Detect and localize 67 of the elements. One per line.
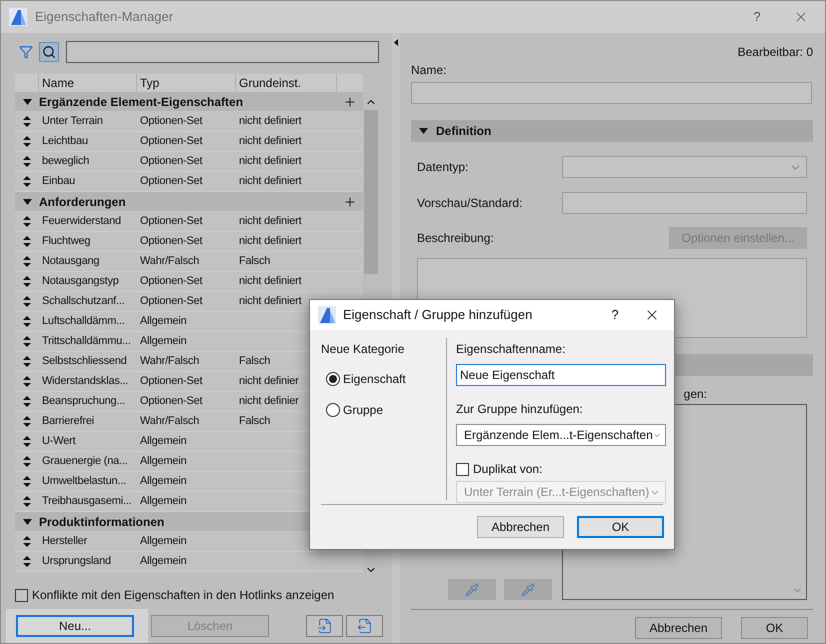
table-cell-text: Feuerwiderstand xyxy=(41,214,122,230)
table-cell-text: Allgemein xyxy=(139,454,188,470)
table-cell-text: Optionen-Set xyxy=(139,134,204,150)
field-label: Beschreibung: xyxy=(417,230,494,247)
table-cell-text: Ursprungsland xyxy=(41,554,112,570)
table-cell-text: Hersteller xyxy=(41,534,88,550)
table-cell-text: Widerstandsklas... xyxy=(41,374,130,390)
table-cell-text: Optionen-Set xyxy=(139,374,204,390)
table-cell-text: Selbstschliessend xyxy=(41,354,128,370)
table-cell-text: Optionen-Set xyxy=(139,114,204,130)
table-cell-text: nicht definiert xyxy=(239,214,302,230)
table-cell-text: nicht definiert xyxy=(239,114,302,130)
table-cell-text: Luftschalldämm... xyxy=(41,314,126,330)
table-cell-text: Treibhausgasemi... xyxy=(41,494,133,510)
group-name: Anforderungen xyxy=(39,194,127,210)
field-label: gen: xyxy=(684,386,707,403)
table-cell-text: Wahr/Falsch xyxy=(139,354,200,370)
table-cell-text: Grauenergie (na... xyxy=(41,454,129,470)
field-label: Zur Gruppe hinzufügen: xyxy=(456,401,584,418)
table-cell-text: Notausgang xyxy=(41,254,100,270)
table-cell-text: Allgemein xyxy=(139,334,188,350)
field-label: Eigenschaftenname: xyxy=(456,341,566,358)
table-cell-text: nicht definiert xyxy=(239,174,302,190)
table-cell-text: Einbau xyxy=(41,174,76,190)
table-cell-text: Allgemein xyxy=(139,434,188,450)
table-cell-text: Allgemein xyxy=(139,474,188,490)
table-cell-text: Unter Terrain xyxy=(41,114,104,130)
table-cell-text: Schallschutzanf... xyxy=(41,294,126,310)
editable-count: Bearbeitbar: 0 xyxy=(738,44,813,61)
table-cell-text: Trittschalldämmu... xyxy=(41,334,132,350)
table-cell-text: Fluchtweg xyxy=(41,234,92,250)
table-cell-text: nicht definier xyxy=(239,394,299,410)
field-label: Datentyp: xyxy=(417,159,470,176)
table-cell-text: Allgemein xyxy=(139,534,188,550)
table-cell-text: Beanspruchung... xyxy=(41,394,126,410)
table-cell-text: Umweltbelastun... xyxy=(41,474,128,490)
table-cell-text: beweglich xyxy=(41,154,90,170)
table-cell-text: Optionen-Set xyxy=(139,394,204,410)
table-cell-text: Allgemein xyxy=(139,314,188,330)
table-cell-text: Allgemein xyxy=(139,494,188,510)
table-cell-text: Optionen-Set xyxy=(139,174,204,190)
table-cell-text: nicht definiert xyxy=(239,134,302,150)
table-cell-text: Optionen-Set xyxy=(139,214,204,230)
table-cell-text: Falsch xyxy=(239,254,270,270)
table-cell-text: Optionen-Set xyxy=(139,154,204,170)
table-cell-text: nicht definiert xyxy=(239,234,302,250)
table-cell-text: Leichtbau xyxy=(41,134,89,150)
table-cell-text: nicht definiert xyxy=(239,294,302,310)
table-cell-text: Falsch xyxy=(239,414,270,430)
table-cell-text: Wahr/Falsch xyxy=(139,254,200,270)
table-cell-text: Optionen-Set xyxy=(139,234,204,250)
table-cell-text: U-Wert xyxy=(41,434,77,450)
table-cell-text: Falsch xyxy=(239,354,270,370)
table-cell-text: Optionen-Set xyxy=(139,294,204,310)
table-cell-text: Barrierefrei xyxy=(41,414,96,430)
table-cell-text: nicht definiert xyxy=(239,274,302,290)
table-cell-text: Allgemein xyxy=(139,554,188,570)
field-label: Name: xyxy=(411,62,448,79)
table-cell-text: Wahr/Falsch xyxy=(139,414,200,430)
field-label: Vorschau/Standard: xyxy=(417,195,524,212)
group-name: Ergänzende Element-Eigenschaften xyxy=(39,94,244,110)
table-cell-text: nicht definier xyxy=(239,374,299,390)
table-cell-text: nicht definiert xyxy=(239,154,302,170)
table-cell-text: Optionen-Set xyxy=(139,274,204,290)
group-name: Produktinformationen xyxy=(39,514,166,530)
window-title: Eigenschaften-Manager xyxy=(35,8,174,26)
table-cell-text: Notausgangstyp xyxy=(41,274,120,290)
